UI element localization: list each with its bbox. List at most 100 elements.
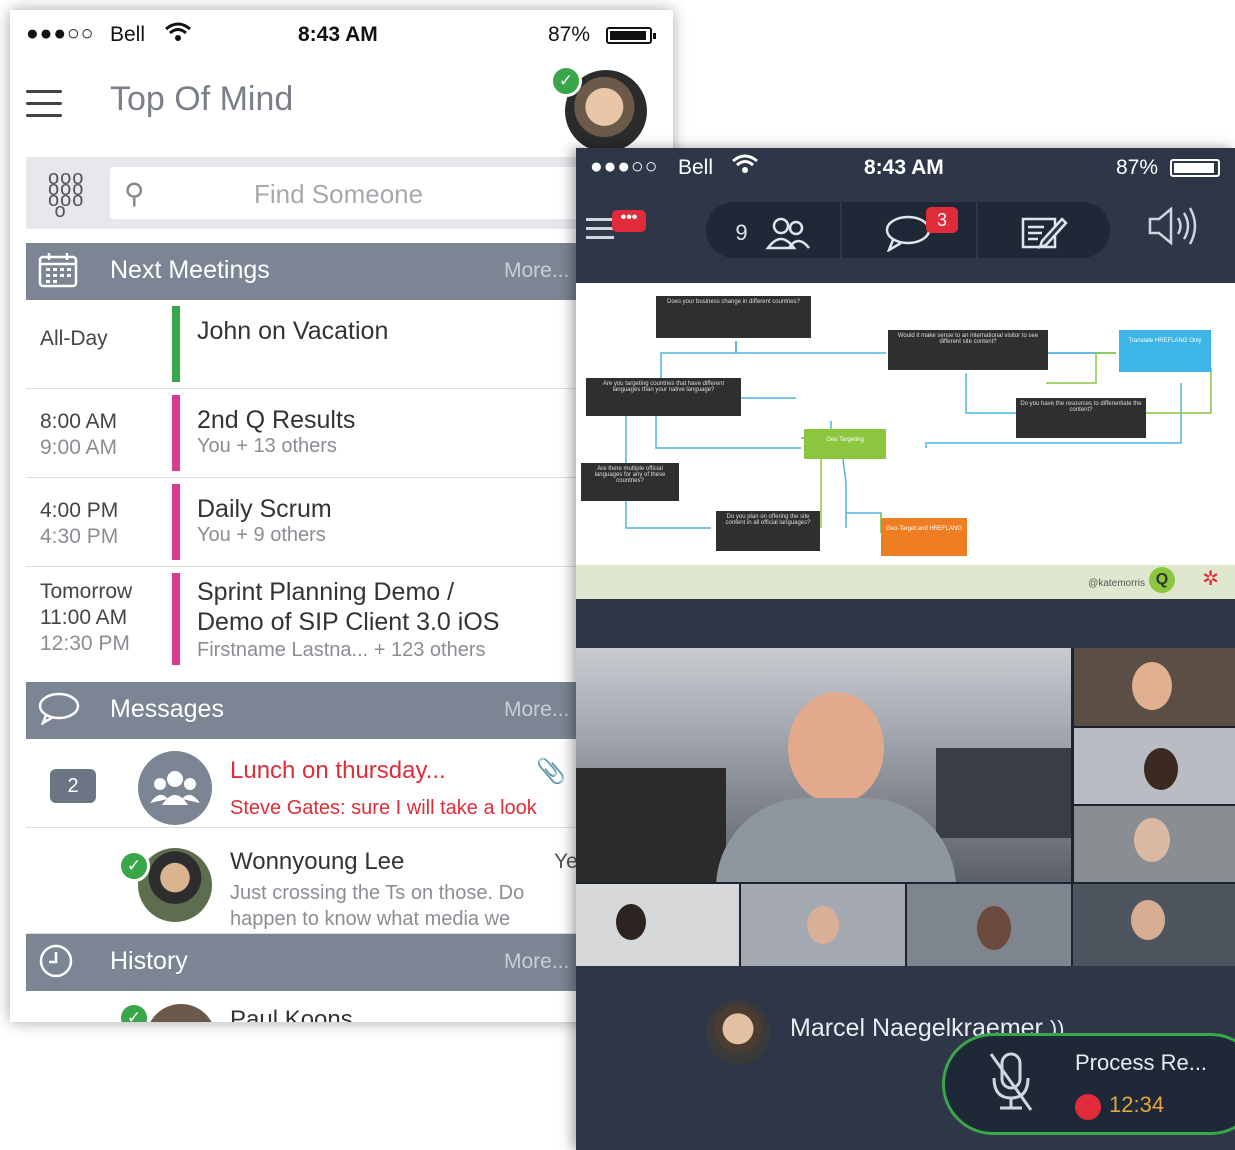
carrier-name: Bell <box>678 156 714 179</box>
more-link[interactable]: More... <box>504 950 569 974</box>
hamburger-menu-icon[interactable] <box>26 90 62 126</box>
meeting-attendees: Firstname Lastna... + 123 others <box>197 639 486 661</box>
speaker-icon[interactable] <box>1146 204 1200 257</box>
recording-panel[interactable]: Process Re... 12:34 <box>942 1033 1235 1135</box>
edit-notes-icon <box>1021 216 1068 249</box>
unread-count-badge: 2 <box>50 769 96 803</box>
call-controls: 9 3 <box>706 202 1110 258</box>
meeting-title: John on Vacation <box>197 317 389 345</box>
signal-strength: ●●●○○ <box>26 22 95 45</box>
message-preview: Just crossing the Ts on those. Do happen… <box>230 880 524 932</box>
presence-available-icon: ✓ <box>550 65 582 97</box>
meeting-title: Sprint Planning Demo / Demo of SIP Clien… <box>197 577 499 637</box>
slide-decoration-icon: ✲ <box>1202 568 1219 590</box>
flowchart-question-box: Do you have the resources to differentia… <box>1016 398 1146 438</box>
search-placeholder: Find Someone <box>254 179 424 209</box>
meeting-color-bar <box>172 306 180 382</box>
battery-icon <box>606 27 656 44</box>
video-tile[interactable] <box>907 884 1071 966</box>
battery-percent: 87% <box>548 23 591 46</box>
video-tile[interactable] <box>1074 728 1235 804</box>
flowchart-question-box: Are you targeting countries that have di… <box>586 378 741 416</box>
section-title: Messages <box>110 695 224 723</box>
flowchart-question-box: Do you plan on offering the site content… <box>716 511 820 551</box>
battery-icon <box>1170 159 1220 177</box>
participants-count: 9 <box>735 219 748 245</box>
speaker-avatar <box>706 1000 770 1064</box>
participants-icon <box>765 212 811 249</box>
flowchart-result-box: Geo-Target and HREFLANG <box>881 518 967 556</box>
chat-unread-badge: 3 <box>926 207 958 233</box>
flowchart-question-box: Are there multiple official languages fo… <box>581 463 679 501</box>
menu-notification-badge: ••• <box>612 210 646 232</box>
contact-name: Wonnyoung Lee <box>230 848 405 875</box>
more-link[interactable]: More... <box>504 698 569 722</box>
clock-icon <box>38 943 74 987</box>
meeting-time: 4:00 PM 4:30 PM <box>40 498 118 550</box>
presence-available-icon: ✓ <box>118 1002 150 1022</box>
search-icon: ⚲ <box>124 178 145 209</box>
video-grid <box>576 648 1235 966</box>
section-title: Next Meetings <box>110 256 270 284</box>
meeting-attendees: You + 13 others <box>197 435 337 457</box>
message-preview-line-2: happen to know what media we <box>230 908 511 930</box>
conference-call-screen: ●●●○○ Bell 8:43 AM 87% ••• 9 3 Does your… <box>576 148 1235 1150</box>
contacts-app-screen: ●●●○○ Bell 8:43 AM 87% Top Of Mind ✓ ooo… <box>10 10 673 1022</box>
calendar-icon <box>38 252 78 296</box>
meeting-end: 4:30 PM <box>40 525 119 548</box>
notes-button[interactable] <box>978 202 1110 258</box>
meeting-title: Daily Scrum <box>197 495 332 523</box>
participants-button[interactable]: 9 <box>706 202 840 258</box>
battery-percent: 87% <box>1116 156 1159 179</box>
meeting-start: 4:00 PM <box>40 499 119 522</box>
meeting-time: All-Day <box>40 327 108 350</box>
video-tile[interactable] <box>1074 648 1235 726</box>
clock: 8:43 AM <box>298 23 378 46</box>
mute-microphone-icon[interactable] <box>985 1050 1037 1126</box>
dialpad-icon[interactable]: ooo ooo ooo o <box>48 168 84 221</box>
more-link[interactable]: More... <box>504 259 569 283</box>
flowchart-question-box: Does your business change in different c… <box>656 296 811 338</box>
contact-name: Paul Koons <box>230 1006 353 1022</box>
status-bar: ●●●○○ Bell 8:43 AM 87% <box>10 10 673 60</box>
meeting-time: 8:00 AM 9:00 AM <box>40 409 117 461</box>
chat-bubble-icon <box>38 691 80 733</box>
message-preview: Steve Gates: sure I will take a look <box>230 797 537 819</box>
meeting-end: 12:30 PM <box>40 632 130 655</box>
message-time: Ye <box>554 850 578 873</box>
section-title: History <box>110 947 188 975</box>
meeting-color-bar <box>172 484 180 560</box>
meeting-title-line-1: Sprint Planning Demo / <box>197 578 455 606</box>
contact-avatar <box>146 1004 216 1022</box>
meeting-color-bar <box>172 395 180 471</box>
wifi-icon <box>165 22 191 48</box>
message-title: Lunch on thursday... <box>230 757 446 784</box>
message-preview-line-1: Just crossing the Ts on those. Do <box>230 882 525 904</box>
video-tile[interactable] <box>741 884 905 966</box>
hamburger-menu-icon[interactable] <box>586 218 614 245</box>
meeting-title-line-2: Demo of SIP Client 3.0 iOS <box>197 608 500 636</box>
carrier-name: Bell <box>110 23 146 46</box>
meeting-color-bar <box>172 573 180 665</box>
clock: 8:43 AM <box>864 156 944 179</box>
attachment-icon: 📎 <box>536 758 566 785</box>
page-title: Top Of Mind <box>110 80 294 118</box>
meeting-start: 8:00 AM <box>40 410 118 433</box>
call-toolbar: ••• 9 3 <box>576 196 1235 266</box>
presence-available-icon: ✓ <box>118 850 150 882</box>
recording-title: Process Re... <box>1075 1050 1208 1075</box>
meeting-title: 2nd Q Results <box>197 406 356 434</box>
video-tile[interactable] <box>1074 806 1235 882</box>
video-tile[interactable] <box>1073 884 1235 966</box>
video-tile-main[interactable] <box>576 648 1071 882</box>
video-tile[interactable] <box>576 884 739 966</box>
flowchart-result-box: Translate HREFLANG Only <box>1119 330 1211 372</box>
recording-indicator-icon <box>1075 1094 1101 1120</box>
meeting-attendees: You + 9 others <box>197 524 326 546</box>
flowchart-result-box: Geo Targeting <box>804 429 886 459</box>
wifi-icon <box>732 154 758 180</box>
recording-timer: 12:34 <box>1109 1092 1165 1117</box>
group-avatar-icon <box>138 751 212 825</box>
shared-presentation-slide[interactable]: Does your business change in different c… <box>576 283 1235 599</box>
meeting-start: 11:00 AM <box>40 606 128 629</box>
